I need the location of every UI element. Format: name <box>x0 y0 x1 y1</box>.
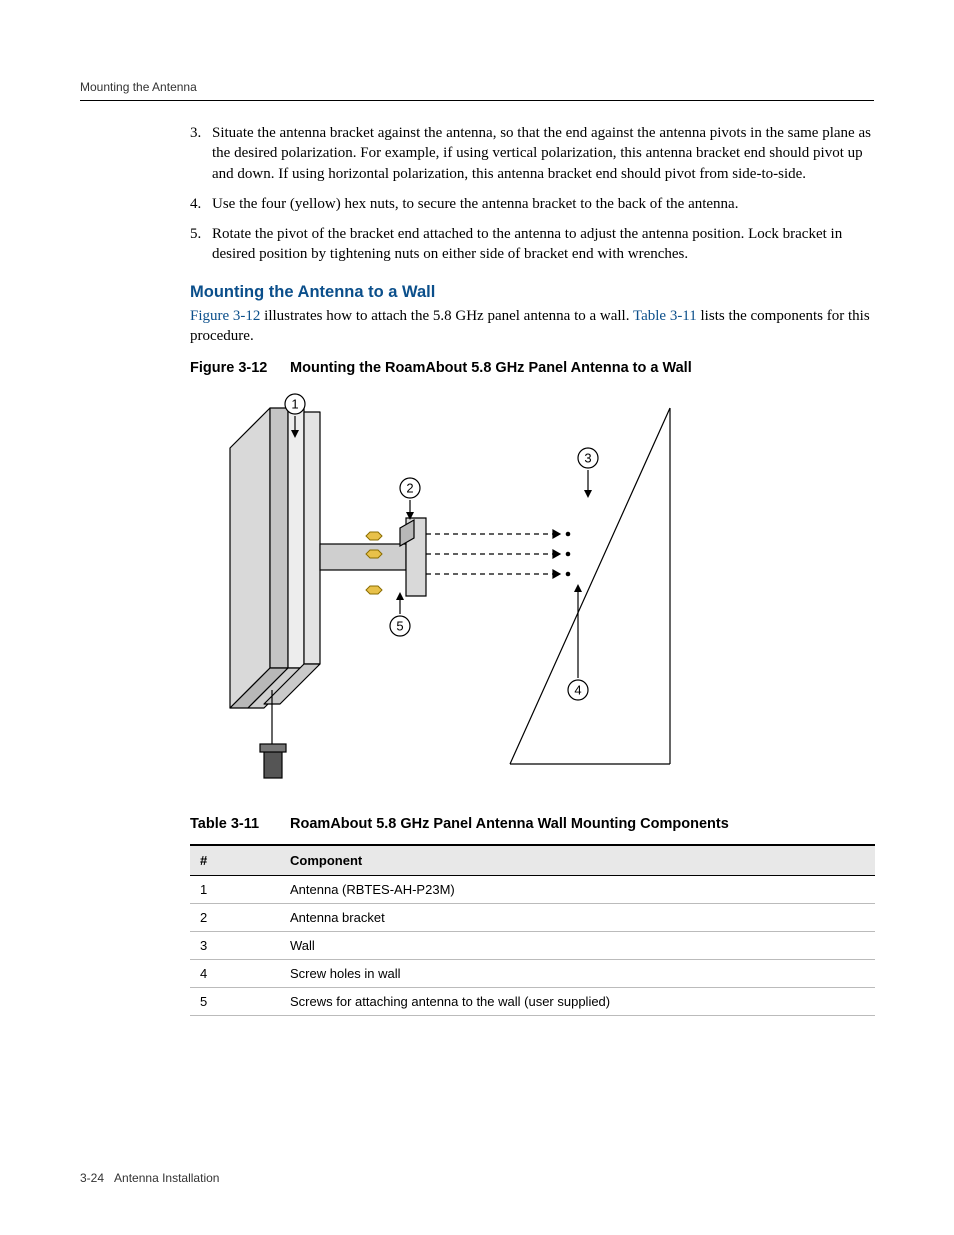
table-caption: Table 3-11 RoamAbout 5.8 GHz Panel Anten… <box>190 816 874 832</box>
intro-mid: illustrates how to attach the 5.8 GHz pa… <box>260 308 633 324</box>
table-ref-link[interactable]: Table 3‑11 <box>633 308 697 324</box>
antenna-wall-mount-svg: 1 2 3 4 <box>210 388 680 788</box>
table-cell-num: 4 <box>190 960 280 988</box>
table-header-num: # <box>190 845 280 876</box>
table-header-row: # Component <box>190 845 875 876</box>
callout-3-text: 3 <box>584 450 591 465</box>
table-cell-num: 3 <box>190 932 280 960</box>
table-cell-num: 2 <box>190 904 280 932</box>
callout-4-text: 4 <box>574 682 581 697</box>
page-footer: 3-24 Antenna Installation <box>80 1171 219 1185</box>
antenna-panel-icon <box>230 408 320 708</box>
table-row: 3 Wall <box>190 932 875 960</box>
chapter-name: Antenna Installation <box>114 1171 219 1185</box>
callout-5-text: 5 <box>396 618 403 633</box>
callout-1-text: 1 <box>291 396 298 411</box>
table-cell-num: 5 <box>190 988 280 1016</box>
table-header-component: Component <box>280 845 875 876</box>
step-5: Rotate the pivot of the bracket end atta… <box>190 224 874 265</box>
table-cell-comp: Wall <box>280 932 875 960</box>
page-number: 3-24 <box>80 1171 104 1185</box>
table-label: Table 3-11 <box>190 816 286 832</box>
step-4: Use the four (yellow) hex nuts, to secur… <box>190 194 874 214</box>
figure-ref-link[interactable]: Figure 3‑12 <box>190 308 260 324</box>
figure-label: Figure 3-12 <box>190 360 286 376</box>
figure-diagram: 1 2 3 4 <box>210 388 680 788</box>
header-rule <box>80 100 874 101</box>
table-cell-comp: Antenna (RBTES-AH-P23M) <box>280 876 875 904</box>
section-intro: Figure 3‑12 illustrates how to attach th… <box>190 306 874 347</box>
step-3: Situate the antenna bracket against the … <box>190 123 874 184</box>
page-container: Mounting the Antenna Situate the antenna… <box>0 0 954 1235</box>
components-table: # Component 1 Antenna (RBTES-AH-P23M) 2 … <box>190 844 875 1016</box>
section-heading: Mounting the Antenna to a Wall <box>190 283 874 302</box>
callout-4: 4 <box>568 584 588 700</box>
table-cell-comp: Screw holes in wall <box>280 960 875 988</box>
table-cell-comp: Screws for attaching antenna to the wall… <box>280 988 875 1016</box>
table-row: 4 Screw holes in wall <box>190 960 875 988</box>
table-row: 5 Screws for attaching antenna to the wa… <box>190 988 875 1016</box>
callout-5: 5 <box>390 592 410 636</box>
figure-title: Mounting the RoamAbout 5.8 GHz Panel Ant… <box>290 360 692 376</box>
table-cell-comp: Antenna bracket <box>280 904 875 932</box>
running-head: Mounting the Antenna <box>80 80 874 94</box>
figure-caption: Figure 3-12 Mounting the RoamAbout 5.8 G… <box>190 360 874 376</box>
table-cell-num: 1 <box>190 876 280 904</box>
procedure-steps: Situate the antenna bracket against the … <box>190 123 874 265</box>
table-title: RoamAbout 5.8 GHz Panel Antenna Wall Mou… <box>290 816 729 832</box>
callout-2-text: 2 <box>406 480 413 495</box>
table-row: 1 Antenna (RBTES-AH-P23M) <box>190 876 875 904</box>
callout-3: 3 <box>578 448 598 498</box>
callout-2: 2 <box>400 478 420 520</box>
assembly-arrows-icon <box>426 530 560 578</box>
table-row: 2 Antenna bracket <box>190 904 875 932</box>
